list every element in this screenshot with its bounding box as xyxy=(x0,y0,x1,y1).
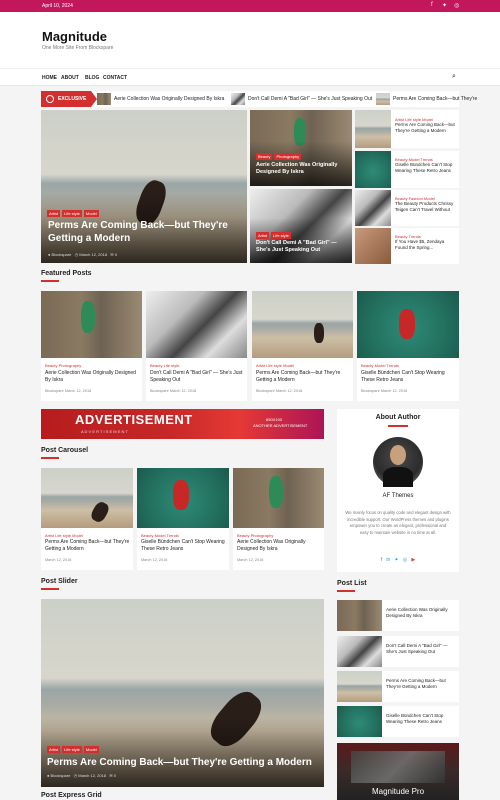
author-bio: We mainly focus on quality code and eleg… xyxy=(345,510,451,536)
main-nav: HOME ABOUT BLOG CONTACT ⌕ xyxy=(0,68,500,86)
hero-mid-bottom-title[interactable]: Don't Call Demi A "Bad Girl" — She's Jus… xyxy=(256,240,348,254)
exclusive-label: EXCLUSIVE xyxy=(41,91,97,107)
featured-card[interactable]: Beauty Life style Don't Call Demi A "Bad… xyxy=(146,291,247,401)
hero-main-meta: ● Blockspare ◷ March 12, 2018 ✉ 0 xyxy=(48,252,118,257)
carousel-card[interactable]: Beauty Model Trends Giselle Bündchen Can… xyxy=(137,468,229,570)
post-slider[interactable]: Artist Life style Model Perms Are Coming B… xyxy=(41,599,324,787)
top-bar: April 10, 2024 f ✦ ◎ xyxy=(0,0,500,12)
carousel-heading: Post Carousel xyxy=(41,447,89,459)
facebook-icon[interactable]: f xyxy=(381,557,382,563)
author-name: AF Themes xyxy=(382,493,414,499)
nav-contact[interactable]: CONTACT xyxy=(103,75,127,81)
hero-side-item[interactable]: Beauty Trends If You Have $5, Zendaya Fo… xyxy=(355,228,459,264)
postlist-item[interactable]: Aerie Collection Was Originally Designed… xyxy=(337,600,459,631)
hero-mid-top-post[interactable]: Beauty Photography Aerie Collection Was O… xyxy=(250,110,352,186)
date-text: April 10, 2024 xyxy=(42,3,73,9)
postlist-item[interactable]: Perms Are Coming Back—but They're Gettin… xyxy=(337,671,459,702)
instagram-icon[interactable]: ◎ xyxy=(403,557,407,563)
featured-card[interactable]: Beauty Photography Aerie Collection Was … xyxy=(41,291,142,401)
hero-mid-bottom-post[interactable]: Artist Life style Don't Call Demi A "Bad … xyxy=(250,189,352,263)
site-title[interactable]: Magnitude xyxy=(42,29,107,44)
nav-about[interactable]: ABOUT xyxy=(61,75,79,81)
hero-side-item[interactable]: Beauty Fashion Model The Beauty Products… xyxy=(355,190,459,226)
youtube-icon[interactable]: ▶ xyxy=(411,557,415,563)
instagram-icon[interactable]: ◎ xyxy=(454,2,459,9)
hero-side-item[interactable]: Artist Life style Model Perms Are Coming… xyxy=(355,110,459,148)
nav-home[interactable]: HOME xyxy=(42,75,57,81)
featured-card[interactable]: Artist Life style Model Perms Are Coming… xyxy=(252,291,353,401)
hero-main-post[interactable]: Artist Life style Model Perms Are Coming B… xyxy=(41,110,247,263)
magnitude-pro-promo[interactable]: Magnitude Pro xyxy=(337,743,459,800)
slider-heading: Post Slider xyxy=(41,578,78,590)
express-heading: Post Express Grid xyxy=(41,792,102,799)
hero-main-title[interactable]: Perms Are Coming Back—but They're Gettin… xyxy=(48,219,238,245)
hero-mid-top-title[interactable]: Aerie Collection Was Originally Designed… xyxy=(256,162,348,176)
postlist-heading: Post List xyxy=(337,580,367,592)
postlist-item[interactable]: Don't Call Demi A "Bad Girl" — She's Jus… xyxy=(337,636,459,667)
carousel-card[interactable]: Beauty Photography Aerie Collection Was … xyxy=(233,468,324,570)
twitter-icon[interactable]: ✦ xyxy=(394,557,398,563)
site-header: Magnitude One More Site From Blockspare xyxy=(0,12,500,68)
carousel-card[interactable]: Artist Life style Model Perms Are Coming… xyxy=(41,468,133,570)
slider-title[interactable]: Perms Are Coming Back—but They're Gettin… xyxy=(47,756,323,769)
search-icon[interactable]: ⌕ xyxy=(452,73,456,81)
nav-blog[interactable]: BLOG xyxy=(85,75,99,81)
avatar xyxy=(373,437,423,487)
hero-side-item[interactable]: Beauty Model Trends Giselle Bündchen Can… xyxy=(355,151,459,188)
hero-main-tags: Artist Life style Model xyxy=(47,210,99,217)
twitter-icon[interactable]: ✦ xyxy=(442,2,447,9)
facebook-icon[interactable]: f xyxy=(431,2,433,8)
pulse-icon xyxy=(46,95,54,103)
postlist-item[interactable]: Giselle Bündchen Can't Stop Wearing Thes… xyxy=(337,706,459,737)
featured-card[interactable]: Beauty Model Trends Giselle Bündchen Can… xyxy=(357,291,459,401)
about-author-widget: About Author AF Themes We mainly focus o… xyxy=(337,409,459,572)
exclusive-ticker: EXCLUSIVE Aerie Collection Was Originall… xyxy=(41,91,477,107)
featured-heading: Featured Posts xyxy=(41,270,92,282)
site-tagline: One More Site From Blockspare xyxy=(42,45,114,51)
advertisement-banner[interactable]: ADVERTISEMENT A D V E R T I S E M E N T … xyxy=(41,409,324,439)
linkedin-icon[interactable]: in xyxy=(386,557,390,563)
